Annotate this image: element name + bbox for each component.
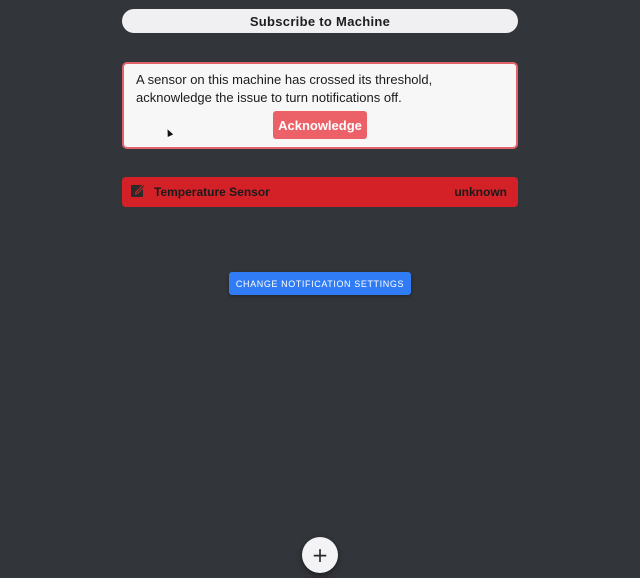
sensor-status: unknown xyxy=(454,185,507,199)
sensor-row-temperature[interactable]: Temperature Sensor unknown xyxy=(122,177,518,207)
acknowledge-button[interactable]: Acknowledge xyxy=(273,111,367,139)
alert-message: A sensor on this machine has crossed its… xyxy=(136,72,433,105)
add-button[interactable]: + xyxy=(302,537,338,573)
plus-icon: + xyxy=(311,543,329,567)
change-notification-settings-button[interactable]: CHANGE NOTIFICATION SETTINGS xyxy=(229,272,411,295)
sensor-name: Temperature Sensor xyxy=(154,185,270,199)
edit-icon[interactable] xyxy=(130,182,146,198)
threshold-alert-card: A sensor on this machine has crossed its… xyxy=(122,62,518,149)
app-screen: { "header": { "subscribe_label": "Subscr… xyxy=(0,0,640,578)
subscribe-to-machine-button[interactable]: Subscribe to Machine xyxy=(122,9,518,33)
